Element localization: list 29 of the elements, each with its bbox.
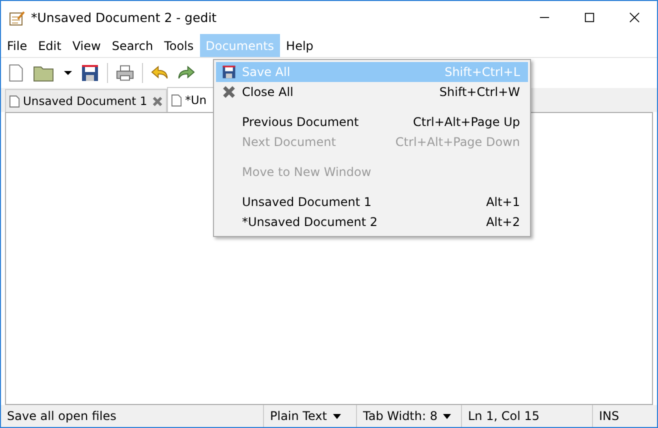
cursor-position: Ln 1, Col 15	[461, 405, 592, 427]
menu-item[interactable]: Tools	[159, 34, 199, 57]
status-message: Save all open files	[6, 408, 118, 425]
close-icon	[222, 85, 236, 99]
menu-item[interactable]: Help	[281, 34, 318, 57]
printer-icon[interactable]	[116, 64, 134, 82]
menu-item[interactable]: Unsaved Document 1 Alt+1	[216, 192, 528, 212]
menu-item[interactable]: *Unsaved Document 2 Alt+2	[216, 212, 528, 232]
save-icon	[222, 65, 236, 79]
language-dropdown[interactable]: Plain Text	[263, 405, 356, 427]
document-icon	[171, 94, 182, 106]
menu-item[interactable]: File	[2, 34, 32, 57]
window-title: *Unsaved Document 2 - gedit	[31, 10, 217, 25]
document-icon	[9, 94, 20, 108]
notepad-icon	[9, 10, 25, 26]
menu-item[interactable]: View	[67, 34, 106, 57]
insert-mode: INS	[592, 405, 657, 427]
new-document-icon[interactable]	[7, 64, 25, 82]
menu-item[interactable]: Previous Document Ctrl+Alt+Page Up	[216, 112, 528, 132]
dropdown-arrow-icon[interactable]	[63, 70, 73, 76]
maximize-icon[interactable]	[584, 12, 595, 23]
document-tab[interactable]: Unsaved Document 1	[5, 89, 168, 112]
folder-icon[interactable]	[33, 64, 55, 82]
close-icon[interactable]	[629, 12, 640, 23]
menu-item[interactable]: Search	[106, 34, 158, 57]
tab-width-dropdown[interactable]: Tab Width: 8	[356, 405, 461, 427]
close-tab-icon[interactable]	[152, 96, 164, 106]
menu-item[interactable]: Edit	[33, 34, 66, 57]
save-icon[interactable]	[81, 64, 99, 82]
